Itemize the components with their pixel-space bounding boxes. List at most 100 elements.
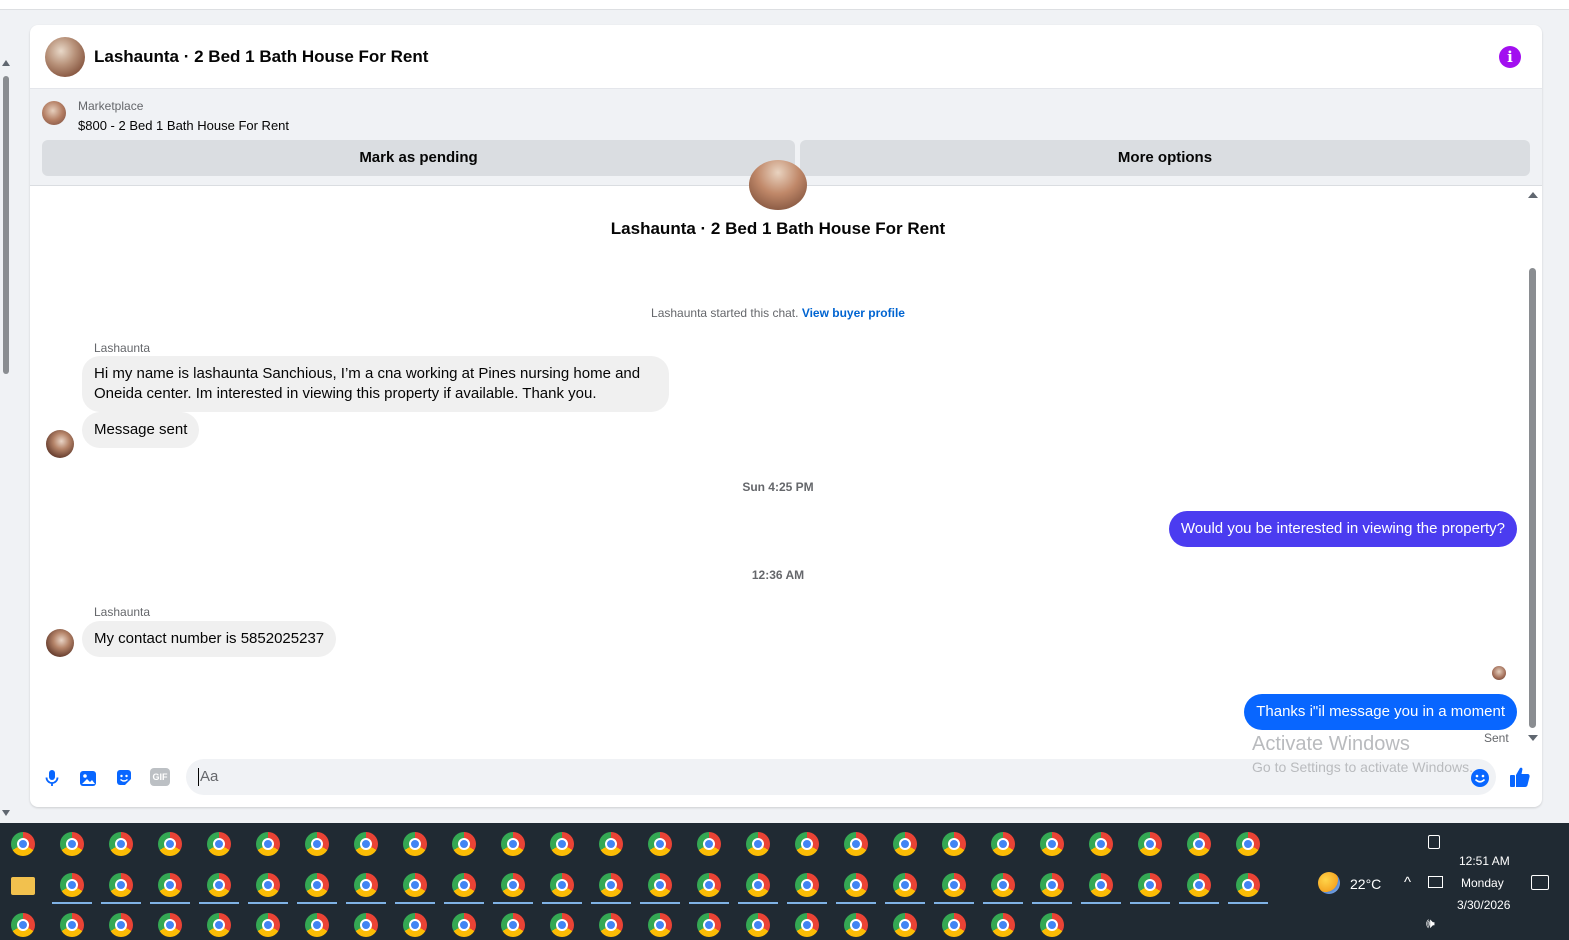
chrome-taskbar-icon[interactable] (452, 873, 476, 897)
notifications-icon[interactable] (1531, 875, 1549, 890)
chrome-taskbar-icon[interactable] (1187, 873, 1211, 897)
weather-icon[interactable] (1318, 872, 1340, 894)
chrome-taskbar-icon[interactable] (746, 873, 770, 897)
view-buyer-profile-link[interactable]: View buyer profile (802, 306, 905, 320)
chrome-taskbar-icon[interactable] (991, 913, 1015, 937)
scroll-down-arrow-icon[interactable] (2, 810, 10, 816)
chrome-taskbar-icon[interactable] (991, 873, 1015, 897)
chrome-taskbar-icon[interactable] (844, 832, 868, 856)
clock-day[interactable]: Monday (1461, 876, 1504, 890)
chrome-taskbar-icon[interactable] (452, 832, 476, 856)
chrome-taskbar-icon[interactable] (795, 913, 819, 937)
chrome-taskbar-icon[interactable] (1089, 832, 1113, 856)
chrome-taskbar-icon[interactable] (1089, 873, 1113, 897)
gif-icon[interactable]: GIF (150, 768, 170, 786)
volume-icon[interactable]: 🕪 (1426, 915, 1435, 932)
chrome-taskbar-icon[interactable] (158, 873, 182, 897)
chrome-taskbar-icon[interactable] (501, 873, 525, 897)
chrome-taskbar-icon[interactable] (256, 832, 280, 856)
chrome-taskbar-icon[interactable] (403, 832, 427, 856)
chrome-taskbar-icon[interactable] (1236, 832, 1260, 856)
sticker-icon[interactable] (114, 768, 134, 788)
listing-price-title[interactable]: $800 - 2 Bed 1 Bath House For Rent (78, 118, 289, 133)
chrome-taskbar-icon[interactable] (844, 873, 868, 897)
chrome-taskbar-icon[interactable] (599, 913, 623, 937)
chrome-taskbar-icon[interactable] (1040, 832, 1064, 856)
chrome-taskbar-icon[interactable] (991, 832, 1015, 856)
page-scroll-thumb[interactable] (3, 76, 9, 374)
microphone-icon[interactable] (42, 768, 62, 788)
chrome-taskbar-icon[interactable] (697, 832, 721, 856)
chrome-taskbar-icon[interactable] (207, 832, 231, 856)
incoming-message[interactable]: My contact number is 5852025237 (82, 621, 337, 657)
emoji-icon[interactable] (1470, 768, 1490, 788)
listing-thumbnail[interactable] (42, 101, 66, 125)
chrome-taskbar-icon[interactable] (893, 832, 917, 856)
chrome-taskbar-icon[interactable] (648, 832, 672, 856)
chrome-taskbar-icon[interactable] (1187, 832, 1211, 856)
chrome-taskbar-icon[interactable] (795, 832, 819, 856)
thread-scroll-thumb[interactable] (1529, 268, 1536, 728)
chrome-taskbar-icon[interactable] (550, 873, 574, 897)
chrome-taskbar-icon[interactable] (1138, 873, 1162, 897)
incoming-message[interactable]: Hi my name is lashaunta Sanchious, I’m a… (82, 356, 669, 412)
incoming-message[interactable]: Message sent (82, 412, 200, 448)
chrome-taskbar-icon[interactable] (109, 913, 133, 937)
more-options-button[interactable]: More options (800, 140, 1530, 176)
thread-scroll-down-icon[interactable] (1528, 735, 1538, 741)
chrome-taskbar-icon[interactable] (354, 873, 378, 897)
chrome-taskbar-icon[interactable] (697, 913, 721, 937)
chrome-taskbar-icon[interactable] (501, 913, 525, 937)
chrome-taskbar-icon[interactable] (60, 873, 84, 897)
meet-now-icon[interactable] (1428, 835, 1440, 849)
chrome-taskbar-icon[interactable] (550, 913, 574, 937)
chat-title[interactable]: Lashaunta · 2 Bed 1 Bath House For Rent (94, 47, 428, 67)
mark-as-pending-button[interactable]: Mark as pending (42, 140, 795, 176)
chrome-taskbar-icon[interactable] (1040, 913, 1064, 937)
outgoing-message[interactable]: Thanks i"il message you in a moment (1244, 694, 1517, 730)
chrome-taskbar-icon[interactable] (942, 873, 966, 897)
chrome-taskbar-icon[interactable] (207, 873, 231, 897)
chrome-taskbar-icon[interactable] (11, 913, 35, 937)
chrome-taskbar-icon[interactable] (60, 913, 84, 937)
thread-scroll-up-icon[interactable] (1528, 192, 1538, 198)
chrome-taskbar-icon[interactable] (403, 873, 427, 897)
chrome-taskbar-icon[interactable] (1236, 873, 1260, 897)
chrome-taskbar-icon[interactable] (893, 873, 917, 897)
thread-scrollbar[interactable] (1527, 186, 1539, 751)
chrome-taskbar-icon[interactable] (599, 873, 623, 897)
chrome-taskbar-icon[interactable] (158, 832, 182, 856)
chrome-taskbar-icon[interactable] (207, 913, 231, 937)
listing-avatar[interactable] (45, 37, 85, 77)
chrome-taskbar-icon[interactable] (942, 832, 966, 856)
clock-date[interactable]: 3/30/2026 (1457, 898, 1510, 912)
file-explorer-icon[interactable] (11, 877, 35, 895)
chrome-taskbar-icon[interactable] (256, 873, 280, 897)
chrome-taskbar-icon[interactable] (1138, 832, 1162, 856)
chrome-taskbar-icon[interactable] (11, 832, 35, 856)
chrome-taskbar-icon[interactable] (1040, 873, 1064, 897)
chrome-taskbar-icon[interactable] (599, 832, 623, 856)
chrome-taskbar-icon[interactable] (648, 873, 672, 897)
sender-avatar[interactable] (46, 629, 74, 657)
chrome-taskbar-icon[interactable] (403, 913, 427, 937)
network-icon[interactable] (1428, 876, 1443, 888)
chrome-taskbar-icon[interactable] (109, 873, 133, 897)
page-scrollbar[interactable] (0, 60, 14, 820)
chrome-taskbar-icon[interactable] (795, 873, 819, 897)
chrome-taskbar-icon[interactable] (746, 913, 770, 937)
info-icon[interactable]: i (1499, 46, 1521, 68)
sender-avatar[interactable] (46, 430, 74, 458)
chrome-taskbar-icon[interactable] (158, 913, 182, 937)
thumbs-up-icon[interactable] (1508, 765, 1532, 789)
chrome-taskbar-icon[interactable] (697, 873, 721, 897)
chrome-taskbar-icon[interactable] (893, 913, 917, 937)
chrome-taskbar-icon[interactable] (256, 913, 280, 937)
chrome-taskbar-icon[interactable] (746, 832, 770, 856)
chrome-taskbar-icon[interactable] (844, 913, 868, 937)
chrome-taskbar-icon[interactable] (305, 832, 329, 856)
chrome-taskbar-icon[interactable] (942, 913, 966, 937)
chrome-taskbar-icon[interactable] (305, 913, 329, 937)
photo-icon[interactable] (78, 768, 98, 788)
chrome-taskbar-icon[interactable] (452, 913, 476, 937)
